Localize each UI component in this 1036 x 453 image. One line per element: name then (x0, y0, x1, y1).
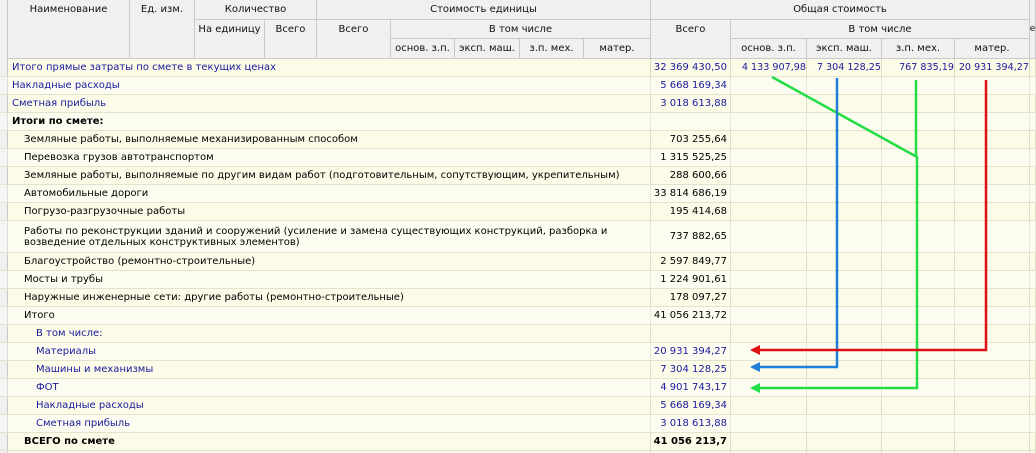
col-header-uc-total[interactable]: Всего (317, 20, 391, 59)
cell-eksp: 7 304 128,25 (816, 62, 881, 73)
col-header-uc-eksp[interactable]: эксп. маш. (455, 39, 520, 59)
row-name: Перевозка грузов автотранспортом (24, 152, 214, 163)
cell-osn: 4 133 907,98 (741, 62, 806, 73)
table-row[interactable]: ФОТ 4 901 743,17 (0, 379, 1036, 397)
row-name: Наружные инженерные сети: другие работы … (24, 292, 404, 303)
cell-total: 195 414,68 (669, 206, 727, 217)
cell-mater: 20 931 394,27 (958, 62, 1029, 73)
cell-total: 178 097,27 (669, 292, 727, 303)
row-name: Земляные работы, выполняемые по другим в… (24, 170, 620, 181)
table-row[interactable]: Накладные расходы 5 668 169,34 (0, 397, 1036, 415)
cell-total: 1 224 901,61 (660, 274, 727, 285)
cell-zpmeh: 767 835,19 (899, 62, 954, 73)
cell-total: 41 056 213,72 (653, 310, 727, 321)
table-row[interactable]: Накладные расходы 5 668 169,34 (0, 77, 1036, 95)
col-header-unit[interactable]: Ед. изм. (130, 0, 195, 59)
table-row[interactable]: Перевозка грузов автотранспортом 1 315 52… (0, 149, 1036, 167)
table-row[interactable]: Сметная прибыль 3 018 613,88 (0, 95, 1036, 113)
row-name: Итого прямые затраты по смете в текущих … (12, 62, 277, 73)
row-name: Автомобильные дороги (24, 188, 149, 199)
table-row[interactable]: Мосты и трубы 1 224 901,61 (0, 271, 1036, 289)
row-name: Материалы (36, 346, 96, 357)
table-row[interactable]: Машины и механизмы 7 304 128,25 (0, 361, 1036, 379)
row-name: Погрузо-разгрузочные работы (24, 206, 186, 217)
cell-total: 3 018 613,88 (660, 418, 727, 429)
row-name: Земляные работы, выполняемые механизиров… (24, 134, 358, 145)
cell-total: 4 901 743,17 (660, 382, 727, 393)
row-name: Машины и механизмы (36, 364, 154, 375)
table-row[interactable]: Земляные работы, выполняемые механизиров… (0, 131, 1036, 149)
table-row[interactable]: Погрузо-разгрузочные работы 195 414,68 (0, 203, 1036, 221)
cell-total: 32 369 430,50 (653, 62, 727, 73)
cell-total: 703 255,64 (669, 134, 727, 145)
row-name: Работы по реконструкции зданий и сооруже… (24, 225, 608, 248)
estimate-spreadsheet: Наименование Ед. изм. Количество На един… (0, 0, 1036, 453)
row-name: Итого (24, 310, 55, 321)
col-header-uc-mater[interactable]: матер. (584, 39, 651, 59)
table-row[interactable]: Материалы 20 931 394,27 (0, 343, 1036, 361)
row-name: Сметная прибыль (36, 418, 131, 429)
col-header-tc-incl[interactable]: В том числе (731, 20, 1030, 39)
table-row[interactable]: Наружные инженерные сети: другие работы … (0, 289, 1036, 307)
row-name: Накладные расходы (12, 80, 120, 91)
col-header-quantity[interactable]: Количество (195, 0, 317, 20)
cell-total: 5 668 169,34 (660, 80, 727, 91)
row-name: В том числе: (36, 328, 103, 339)
table-row[interactable]: Благоустройство (ремонтно-строительные) 2… (0, 253, 1036, 271)
col-header-per-unit[interactable]: На единицу (195, 20, 265, 59)
table-row[interactable]: В том числе: (0, 325, 1036, 343)
col-header-total-cost[interactable]: Общая стоимость (651, 0, 1030, 20)
row-name: ФОТ (36, 382, 59, 393)
table-row[interactable]: Итоги по смете: (0, 113, 1036, 131)
cell-total: 33 814 686,19 (653, 188, 727, 199)
col-header-name[interactable]: Наименование (8, 0, 130, 59)
row-name: ВСЕГО по смете (24, 436, 115, 447)
table-row[interactable]: Земляные работы, выполняемые по другим в… (0, 167, 1036, 185)
row-name: Накладные расходы (36, 400, 144, 411)
col-header-tc-eksp[interactable]: эксп. маш. (807, 39, 882, 59)
cell-total: 7 304 128,25 (660, 364, 727, 375)
col-header-unit-cost[interactable]: Стоимость единицы (317, 0, 651, 20)
cell-total: 288 600,66 (669, 170, 727, 181)
table-row[interactable]: Автомобильные дороги 33 814 686,19 (0, 185, 1036, 203)
row-name: Благоустройство (ремонтно-строительные) (24, 256, 256, 267)
row-name: Сметная прибыль (12, 98, 107, 109)
cell-total: 1 315 525,25 (660, 152, 727, 163)
table-row[interactable]: Итого 41 056 213,72 (0, 307, 1036, 325)
table-row[interactable]: ВСЕГО по смете 41 056 213,7 (0, 433, 1036, 451)
cell-total: 3 018 613,88 (660, 98, 727, 109)
cell-total: 20 931 394,27 (653, 346, 727, 357)
cell-total: 5 668 169,34 (660, 400, 727, 411)
col-header-tc-mater[interactable]: матер. (955, 39, 1030, 59)
col-header-edge: е (1030, 0, 1036, 59)
col-header-qty-total[interactable]: Всего (265, 20, 317, 59)
table-row[interactable]: Итого прямые затраты по смете в текущих … (0, 59, 1036, 77)
table-row[interactable]: Сметная прибыль 3 018 613,88 (0, 415, 1036, 433)
col-header-uc-incl[interactable]: В том числе (391, 20, 651, 39)
cell-total: 2 597 849,77 (660, 256, 727, 267)
col-header-tc-zpmeh[interactable]: з.п. мех. (882, 39, 955, 59)
col-header-tc-total[interactable]: Всего (651, 20, 731, 59)
estimate-table-body: Итого прямые затраты по смете в текущих … (0, 59, 1036, 453)
row-name: Мосты и трубы (24, 274, 103, 285)
col-header-uc-osn[interactable]: основ. з.п. (391, 39, 455, 59)
cell-total: 737 882,65 (669, 231, 727, 242)
cell-total: 41 056 213,7 (653, 436, 727, 447)
row-name: Итоги по смете: (12, 116, 104, 127)
col-header-tc-osn[interactable]: основ. з.п. (731, 39, 807, 59)
col-header-uc-zpmeh[interactable]: з.п. мех. (520, 39, 584, 59)
table-row[interactable]: Работы по реконструкции зданий и сооруже… (0, 221, 1036, 253)
